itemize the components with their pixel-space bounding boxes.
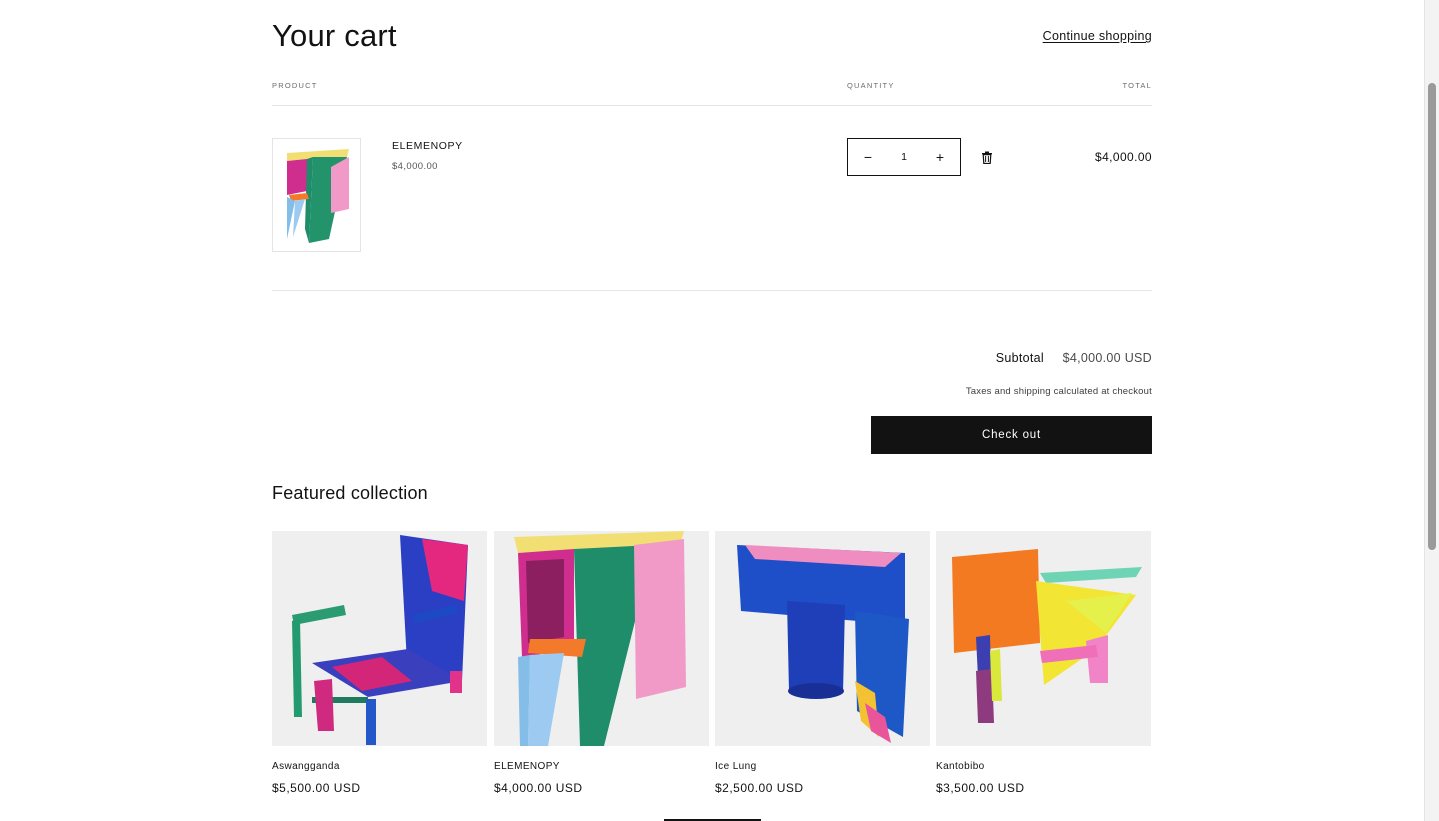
product-price: $4,000.00 USD (494, 781, 583, 795)
subtotal-value: $4,000.00 USD (1062, 351, 1152, 365)
product-name[interactable]: Kantobibo (936, 761, 1151, 772)
elemenopy-thumbnail-image (287, 149, 349, 243)
cart-item-price: $4,000.00 (392, 161, 438, 172)
product-image[interactable] (272, 531, 487, 746)
cart-summary: Subtotal $4,000.00 USD Taxes and shippin… (272, 291, 1152, 463)
product-price: $2,500.00 USD (715, 781, 804, 795)
checkout-button[interactable]: Check out (871, 416, 1152, 454)
page-scrollbar[interactable] (1424, 0, 1439, 821)
product-thumbnail[interactable] (272, 138, 361, 252)
quantity-input[interactable]: 1 (901, 151, 907, 163)
product-name[interactable]: Ice Lung (715, 761, 930, 772)
featured-product-grid: Aswangganda $5,500.00 USD ELEMENOPY $4,0… (272, 531, 1152, 821)
quantity-stepper: − 1 + (847, 138, 961, 176)
increase-quantity-button[interactable]: + (934, 150, 946, 164)
product-card[interactable]: Ice Lung $2,500.00 USD (715, 531, 930, 795)
continue-shopping-link[interactable]: Continue shopping (1043, 29, 1152, 43)
cart-header: Your cart Continue shopping (272, 0, 1152, 60)
total-column-header: TOTAL (1122, 81, 1152, 90)
trash-icon[interactable] (981, 151, 993, 165)
page-title: Your cart (272, 18, 397, 53)
cart-line-total: $4,000.00 (1095, 150, 1152, 164)
cart-page: Your cart Continue shopping PRODUCT QUAN… (272, 0, 1152, 795)
tax-shipping-note: Taxes and shipping calculated at checkou… (965, 386, 1152, 397)
product-column-header: PRODUCT (272, 81, 318, 90)
product-name[interactable]: ELEMENOPY (494, 761, 709, 772)
product-name[interactable]: Aswangganda (272, 761, 487, 772)
product-image[interactable] (936, 531, 1151, 746)
featured-collection-title: Featured collection (272, 483, 428, 503)
cart-item-name[interactable]: ELEMENOPY (392, 140, 463, 152)
cart-column-headers: PRODUCT QUANTITY TOTAL (272, 60, 1152, 106)
product-card[interactable]: Aswangganda $5,500.00 USD (272, 531, 487, 795)
product-price: $3,500.00 USD (936, 781, 1025, 795)
quantity-column-header: QUANTITY (847, 81, 895, 90)
product-card[interactable]: ELEMENOPY $4,000.00 USD (494, 531, 709, 795)
scrollbar-thumb[interactable] (1428, 83, 1436, 550)
cart-line-item: ELEMENOPY $4,000.00 − 1 + $4,000.00 (272, 106, 1152, 291)
product-price: $5,500.00 USD (272, 781, 361, 795)
product-image[interactable] (494, 531, 709, 746)
subtotal-label: Subtotal (995, 351, 1044, 365)
product-image[interactable] (715, 531, 930, 746)
decrease-quantity-button[interactable]: − (862, 150, 874, 164)
product-card[interactable]: Kantobibo $3,500.00 USD (936, 531, 1151, 795)
